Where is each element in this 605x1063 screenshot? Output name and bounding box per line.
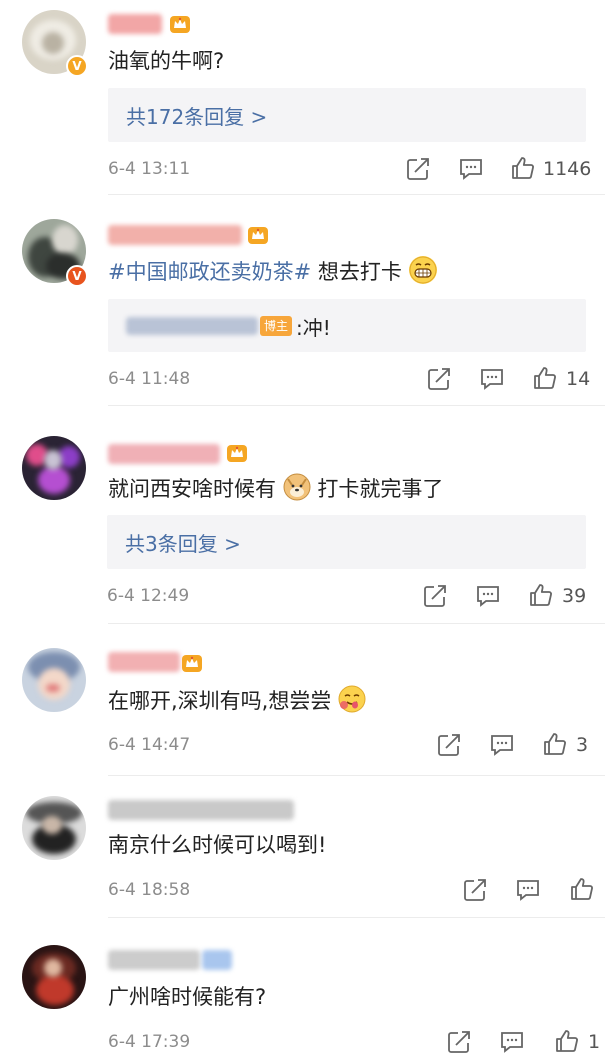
comment-button[interactable] xyxy=(499,1029,525,1055)
username-badge-blurred xyxy=(202,950,232,970)
comment-time: 6-4 13:11 xyxy=(108,159,191,179)
comment-text: 就问西安啥时候有 打卡就完事了 xyxy=(108,473,443,504)
thumbs-up-icon xyxy=(534,367,556,389)
username-blurred[interactable] xyxy=(108,950,200,970)
comment-icon xyxy=(517,880,539,901)
like-count: 3 xyxy=(576,734,589,756)
replies-box[interactable]: 共3条回复 > xyxy=(107,515,586,569)
comment-item: V 油氧的牛啊? 共172条回复 > 6-4 13:11 1146 xyxy=(0,0,605,195)
yum-emoji-icon xyxy=(338,685,366,713)
verified-badge: V xyxy=(66,265,88,287)
comment-text: #中国邮政还卖奶茶# 想去打卡 xyxy=(108,256,437,287)
comment-body: 想去打卡 xyxy=(317,260,402,284)
username-blurred[interactable] xyxy=(108,444,220,464)
comment-time: 6-4 17:39 xyxy=(108,1032,191,1052)
verified-badge: V xyxy=(66,55,88,77)
like-button[interactable] xyxy=(542,731,568,757)
username-blurred[interactable] xyxy=(108,14,162,34)
thumbs-up-icon xyxy=(556,1030,578,1052)
replies-count-label: 共3条回复 xyxy=(125,532,218,556)
share-icon xyxy=(448,1031,470,1053)
thumbs-up-icon xyxy=(512,157,534,179)
vip-crown-icon xyxy=(248,227,268,244)
comment-button[interactable] xyxy=(515,877,541,903)
comment-time: 6-4 11:48 xyxy=(108,369,191,389)
reply-preview-box[interactable]: 博主 :冲! xyxy=(108,299,586,352)
like-count: 39 xyxy=(562,585,587,607)
comment-button[interactable] xyxy=(489,732,515,758)
share-button[interactable] xyxy=(426,366,452,392)
view-replies-link[interactable]: 共3条回复 > xyxy=(125,528,241,557)
author-badge: 博主 xyxy=(260,316,293,336)
chevron-right-icon: > xyxy=(224,532,241,556)
topic-hashtag-link[interactable]: #中国邮政还卖奶茶# xyxy=(108,260,311,284)
comment-item: 就问西安啥时候有 打卡就完事了 共3条回复 > 6-4 12:49 39 xyxy=(0,406,605,624)
comment-time: 6-4 14:47 xyxy=(108,735,191,755)
comment-button[interactable] xyxy=(475,583,501,609)
vip-crown-icon xyxy=(227,445,247,462)
share-icon xyxy=(407,158,429,180)
thumbs-up-icon xyxy=(544,733,566,755)
like-button[interactable] xyxy=(554,1028,580,1054)
thumbs-up-icon xyxy=(571,878,593,900)
grinning-emoji-icon xyxy=(408,256,437,284)
avatar[interactable] xyxy=(22,945,86,1009)
comment-time: 6-4 12:49 xyxy=(107,586,190,606)
reply-username-blurred[interactable] xyxy=(126,317,258,335)
username-blurred[interactable] xyxy=(108,652,180,672)
comment-item: 在哪开,深圳有吗,想尝尝 6-4 14:47 3 xyxy=(0,624,605,776)
like-button[interactable] xyxy=(569,876,595,902)
chevron-right-icon: > xyxy=(250,105,268,129)
comment-icon xyxy=(477,586,499,607)
comment-button[interactable] xyxy=(479,366,505,392)
share-button[interactable] xyxy=(405,156,431,182)
comment-button[interactable] xyxy=(458,156,484,182)
comment-item: 南京什么时候可以喝到! 6-4 18:58 xyxy=(0,776,605,918)
comment-item: V #中国邮政还卖奶茶# 想去打卡 博主 :冲! 6-4 11:48 14 xyxy=(0,195,605,406)
comment-body: 在哪开,深圳有吗,想尝尝 xyxy=(108,689,332,713)
share-button[interactable] xyxy=(446,1029,472,1055)
comment-text: 在哪开,深圳有吗,想尝尝 xyxy=(108,685,366,716)
share-button[interactable] xyxy=(436,732,462,758)
comment-text: 南京什么时候可以喝到! xyxy=(108,833,327,857)
comment-icon xyxy=(460,159,482,180)
comment-text: 油氧的牛啊? xyxy=(108,49,225,73)
comment-icon xyxy=(491,735,513,756)
avatar[interactable] xyxy=(22,436,86,500)
comment-icon xyxy=(501,1032,523,1053)
like-button[interactable] xyxy=(510,155,536,181)
share-button[interactable] xyxy=(422,583,448,609)
vip-crown-icon xyxy=(170,16,190,33)
view-replies-link[interactable]: 共172条回复 > xyxy=(126,101,267,130)
reply-text: :冲! xyxy=(296,316,331,340)
comment-item: 广州啥时候能有? 6-4 17:39 1 xyxy=(0,918,605,1063)
avatar[interactable] xyxy=(22,796,86,860)
share-icon xyxy=(424,585,446,607)
share-icon xyxy=(464,879,486,901)
comment-icon xyxy=(481,369,503,390)
share-icon xyxy=(438,734,460,756)
avatar[interactable] xyxy=(22,648,86,712)
thumbs-up-icon xyxy=(530,584,552,606)
comment-body: 就问西安啥时候有 xyxy=(108,477,276,501)
doge-emoji-icon xyxy=(283,473,311,501)
replies-box[interactable]: 共172条回复 > xyxy=(108,88,586,142)
like-button[interactable] xyxy=(532,365,558,391)
like-button[interactable] xyxy=(528,582,554,608)
comment-body-continued: 打卡就完事了 xyxy=(317,477,444,501)
comment-text: 广州啥时候能有? xyxy=(108,985,267,1009)
like-count: 1 xyxy=(588,1031,601,1053)
share-icon xyxy=(428,368,450,390)
vip-crown-icon xyxy=(182,655,202,672)
replies-count-label: 共172条回复 xyxy=(126,105,245,129)
like-count: 14 xyxy=(566,368,591,390)
share-button[interactable] xyxy=(462,877,488,903)
comment-time: 6-4 18:58 xyxy=(108,880,191,900)
username-blurred[interactable] xyxy=(108,225,242,245)
username-blurred[interactable] xyxy=(108,800,294,820)
like-count: 1146 xyxy=(543,158,592,180)
